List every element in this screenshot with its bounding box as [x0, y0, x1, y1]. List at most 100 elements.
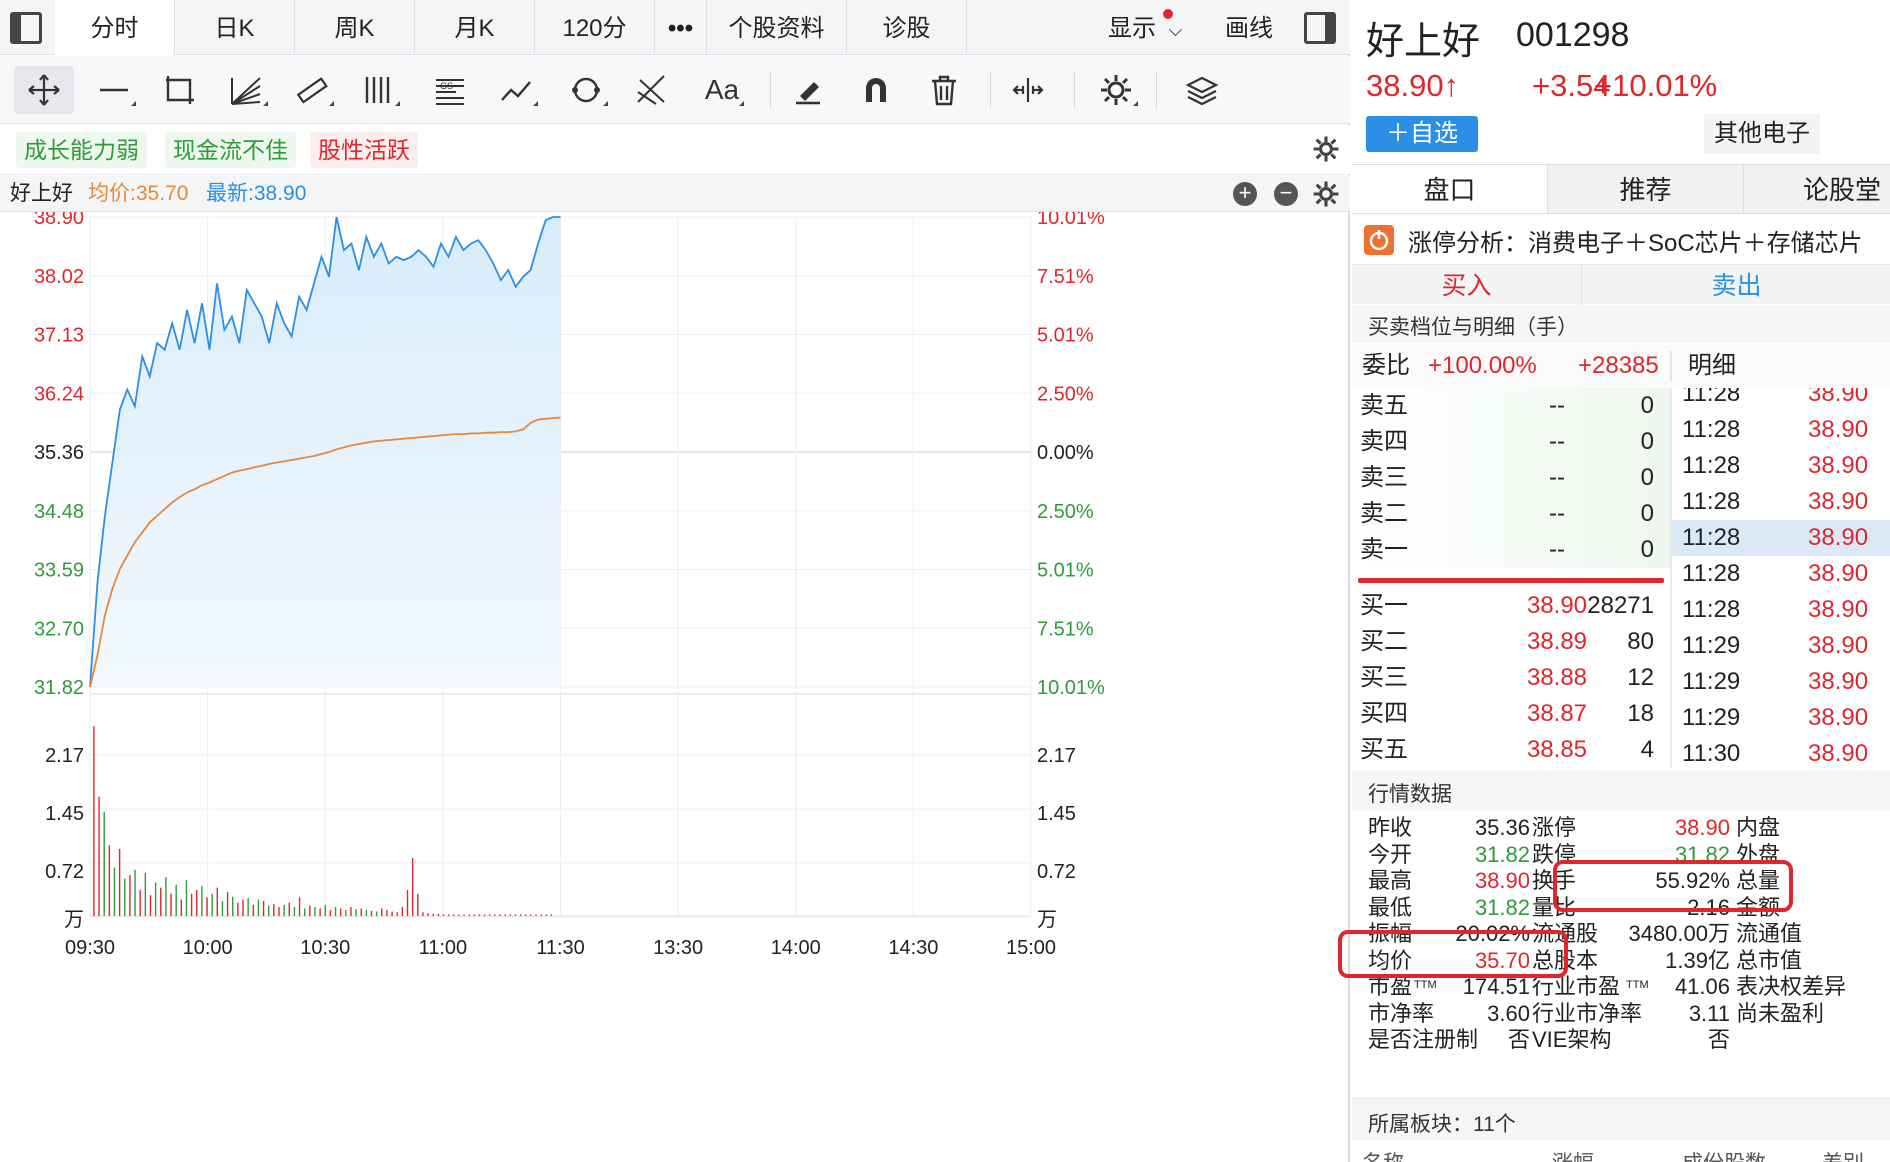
- detail-price: 38.90: [1808, 704, 1869, 731]
- sector-table-header: 名称 涨幅 成份股数 差别: [1352, 1141, 1890, 1162]
- time-tick-label: 09:30: [65, 937, 115, 959]
- collapse-right-panel-icon[interactable]: [1304, 12, 1336, 44]
- pct-tick-label: 5.01%: [1037, 560, 1094, 582]
- fib-icon[interactable]: [622, 66, 682, 114]
- orderbook-header: 买卖档位与明细（手）: [1352, 305, 1890, 343]
- fan-lines-icon[interactable]: [216, 66, 276, 114]
- detail-price: 38.90: [1808, 416, 1869, 443]
- detail-row: 11:28 38.90: [1672, 412, 1890, 448]
- stock-app: 分时 日K 周K 月K 120分 ••• 个股资料 诊股 显示 ⌵ 画线 GS …: [0, 0, 1890, 1162]
- tab-120min[interactable]: 120分: [535, 0, 655, 55]
- buy-button[interactable]: 买入: [1352, 265, 1582, 305]
- tab-recommend[interactable]: 推荐: [1548, 165, 1744, 213]
- tab-order-book[interactable]: 盘口: [1352, 165, 1548, 213]
- detail-row: 11:29 38.90: [1672, 700, 1890, 736]
- price-tick-label: 36.24: [34, 383, 84, 405]
- detail-price: 38.90: [1808, 596, 1869, 623]
- pct-tick-label: 7.51%: [1037, 618, 1094, 640]
- gann-icon[interactable]: GS: [420, 66, 480, 114]
- volume-tick-label-right: 0.72: [1037, 861, 1076, 883]
- tag-growth-weak[interactable]: 成长能力弱: [16, 132, 147, 168]
- sector-header[interactable]: 所属板块：11个: [1352, 1098, 1890, 1140]
- pct-tick-label: 10.01%: [1037, 212, 1105, 229]
- gear-icon[interactable]: [1086, 66, 1146, 114]
- cycle-icon[interactable]: [556, 66, 616, 114]
- market-key-right: 尚未盈利: [1736, 1000, 1825, 1026]
- trade-buttons: 买入 卖出: [1352, 264, 1890, 305]
- stock-price: 38.90↑: [1366, 68, 1460, 103]
- volume-tick-label: 0.72: [45, 861, 84, 883]
- pct-tick-label: 2.50%: [1037, 501, 1094, 523]
- limit-up-alert[interactable]: 涨停分析：消费电子＋SoC芯片＋存储芯片: [1352, 215, 1890, 263]
- tab-daily-k[interactable]: 日K: [175, 0, 295, 55]
- detail-row: 11:30 38.90: [1672, 736, 1890, 768]
- detail-row: 11:28 38.90: [1672, 520, 1890, 556]
- polyline-icon[interactable]: [486, 66, 546, 114]
- more-tabs-button[interactable]: •••: [655, 0, 707, 55]
- tab-stock-profile[interactable]: 个股资料: [707, 0, 847, 55]
- pct-tick-label: 5.01%: [1037, 325, 1094, 347]
- trade-details[interactable]: 11:28 38.90 11:28 38.90 11:28 38.90 11:28 38.90…: [1352, 388, 1890, 768]
- zoom-in-icon[interactable]: +: [1233, 182, 1257, 206]
- toolbar-divider: [1074, 72, 1075, 108]
- collapse-left-panel-icon[interactable]: [10, 12, 42, 44]
- volume-tick-label: 1.45: [45, 803, 84, 825]
- pct-tick-label: 2.50%: [1037, 383, 1094, 405]
- detail-row: 11:28 38.90: [1672, 484, 1890, 520]
- display-menu-button[interactable]: 显示 ⌵: [1108, 0, 1182, 55]
- tab-monthly-k[interactable]: 月K: [415, 0, 535, 55]
- price-tick-label: 38.90: [34, 212, 84, 229]
- add-watchlist-button[interactable]: ＋自选: [1366, 116, 1478, 152]
- detail-time: 11:29: [1682, 668, 1741, 695]
- time-tick-label: 14:00: [771, 937, 821, 959]
- vertical-lines-icon[interactable]: [348, 66, 408, 114]
- volume-tick-label-right: 2.17: [1037, 745, 1076, 767]
- detail-row: 11:28 38.90: [1672, 388, 1890, 412]
- tag-active-stock[interactable]: 股性活跃: [310, 132, 418, 168]
- detail-time: 11:29: [1682, 632, 1741, 659]
- magnet-icon[interactable]: [846, 66, 906, 114]
- crosshair-move-icon[interactable]: [14, 66, 74, 114]
- horizontal-line-icon[interactable]: [84, 66, 144, 114]
- trash-icon[interactable]: [914, 66, 974, 114]
- layers-icon[interactable]: [1172, 66, 1232, 114]
- draw-line-button[interactable]: 画线: [1225, 0, 1273, 55]
- text-icon[interactable]: Aa: [692, 66, 752, 114]
- tab-forum[interactable]: 论股堂: [1744, 165, 1890, 213]
- price-tick-label: 35.36: [34, 442, 84, 464]
- chart-pane: 分时 日K 周K 月K 120分 ••• 个股资料 诊股 显示 ⌵ 画线 GS …: [0, 0, 1350, 1162]
- tag-cashflow-poor[interactable]: 现金流不佳: [165, 132, 296, 168]
- detail-price: 38.90: [1808, 524, 1869, 551]
- measure-icon[interactable]: [282, 66, 342, 114]
- highlight-turnover: [1553, 860, 1793, 912]
- rectangle-crop-icon[interactable]: [150, 66, 210, 114]
- sell-button[interactable]: 卖出: [1583, 265, 1890, 305]
- intraday-chart[interactable]: 09:30 10:00 10:30 11:00 11:30 13:30 14:00 14:30…: [0, 212, 1350, 1162]
- col-count: 成份股数: [1682, 1147, 1766, 1162]
- chevron-down-icon: ⌵: [1168, 20, 1183, 40]
- tab-diagnose[interactable]: 诊股: [847, 0, 967, 55]
- price-tick-label: 37.13: [34, 325, 84, 347]
- price-tick-label: 33.59: [34, 560, 84, 582]
- time-tick-label: 13:30: [653, 937, 703, 959]
- tab-intraday[interactable]: 分时: [55, 0, 175, 55]
- eraser-icon[interactable]: [778, 66, 838, 114]
- volume-tick-label: 2.17: [45, 745, 84, 767]
- time-tick-label: 11:00: [419, 937, 468, 959]
- ratio-label: 委比: [1362, 352, 1410, 379]
- col-diff: 差别: [1822, 1147, 1864, 1162]
- tags-settings-gear-icon[interactable]: [1312, 135, 1340, 168]
- split-icon[interactable]: [998, 66, 1058, 114]
- detail-row: 11:29 38.90: [1672, 628, 1890, 664]
- zoom-out-icon[interactable]: −: [1274, 182, 1298, 206]
- time-tick-label: 10:00: [183, 937, 233, 959]
- price-tick-label: 32.70: [34, 618, 84, 640]
- info-avg-price: 均价:35.70: [88, 182, 189, 205]
- time-tick-label: 11:30: [536, 937, 585, 959]
- toolbar-divider: [1156, 72, 1157, 108]
- detail-row: 11:28 38.90: [1672, 556, 1890, 592]
- stock-code: 001298: [1516, 16, 1630, 54]
- tab-weekly-k[interactable]: 周K: [295, 0, 415, 55]
- volume-tick-label-right: 1.45: [1037, 803, 1076, 825]
- industry-badge[interactable]: 其他电子: [1704, 114, 1820, 154]
